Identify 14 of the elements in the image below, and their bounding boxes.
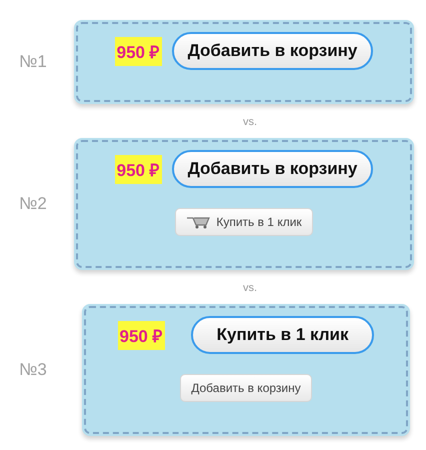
variant-label: №2	[18, 194, 48, 214]
primary-button[interactable]: Добавить в корзину	[172, 150, 374, 188]
primary-button[interactable]: Добавить в корзину	[172, 32, 374, 70]
secondary-button[interactable]: Купить в 1 клик	[175, 208, 313, 236]
versus-text: vs.	[242, 115, 258, 130]
price-tag: 950 ₽	[114, 36, 162, 66]
secondary-button[interactable]: Добавить в корзину	[180, 374, 312, 402]
price-tag: 950 ₽	[114, 154, 162, 184]
variant-label: №1	[18, 52, 48, 72]
primary-button[interactable]: Купить в 1 клик	[190, 316, 374, 354]
price-tag: 950 ₽	[118, 320, 165, 350]
versus-text: vs.	[242, 281, 258, 296]
cart-icon	[186, 215, 212, 229]
variant-label: №3	[18, 360, 48, 380]
